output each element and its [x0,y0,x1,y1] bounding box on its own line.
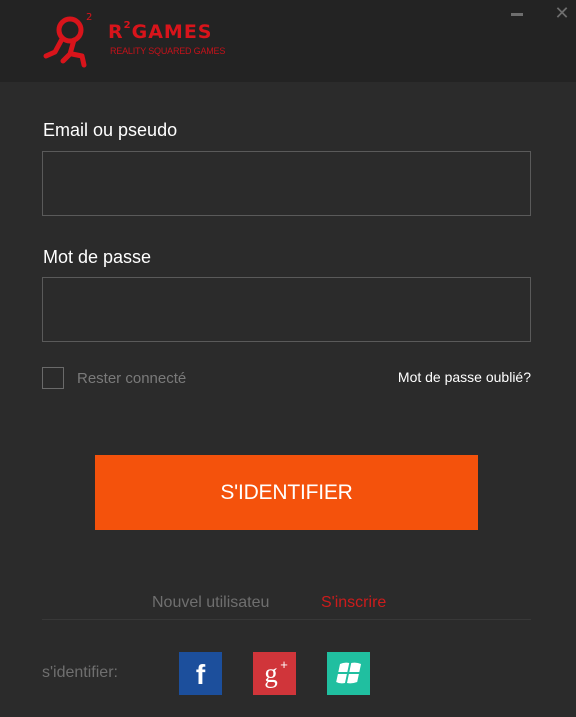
brand-title: R2GAMES [108,20,213,43]
svg-text:f: f [196,659,206,690]
forgot-password-link[interactable]: Mot de passe oublié? [398,369,531,385]
logo-mark-icon: 2 [43,12,92,68]
brand-title-sup: 2 [123,20,132,31]
google-plus-button[interactable]: g + [253,652,296,695]
remember-me[interactable]: Rester connecté [42,366,186,390]
minimize-icon [511,13,523,16]
close-icon: ✕ [554,3,570,23]
title-bar: 2 R2GAMES REALITY SQUARED GAMES ✕ [0,0,576,82]
password-label: Mot de passe [43,247,152,267]
social-signin-label: s'identifier: [42,664,118,681]
remember-label: Rester connecté [77,369,187,387]
login-window: 2 R2GAMES REALITY SQUARED GAMES ✕ Email … [0,0,576,717]
signin-button[interactable]: S'IDENTIFIER [95,455,478,530]
divider [42,619,531,620]
email-field[interactable] [42,151,531,216]
password-field[interactable] [42,277,531,342]
close-button[interactable]: ✕ [553,4,571,22]
facebook-button[interactable]: f [179,652,222,695]
remember-checkbox[interactable] [42,367,64,389]
windows-button[interactable] [327,652,370,695]
brand-title-rest: GAMES [131,21,213,43]
email-label: Email ou pseudo [43,120,178,140]
google-plus-icon: g + [264,657,288,688]
new-user-label: Nouvel utilisateu [152,594,270,611]
signup-link[interactable]: S'inscrire [321,594,386,612]
brand-tagline: REALITY SQUARED GAMES [110,46,226,56]
minimize-button[interactable] [508,4,526,22]
r2games-logo: 2 R2GAMES REALITY SQUARED GAMES [40,10,260,72]
facebook-icon: f [196,659,206,690]
windows-icon [336,662,362,684]
svg-text:g: g [264,658,278,688]
svg-text:+: + [280,657,288,672]
register-row: Nouvel utilisateu S'inscrire [0,594,576,614]
brand-title-main: R [108,21,124,43]
logo-mark-sup: 2 [86,12,92,23]
